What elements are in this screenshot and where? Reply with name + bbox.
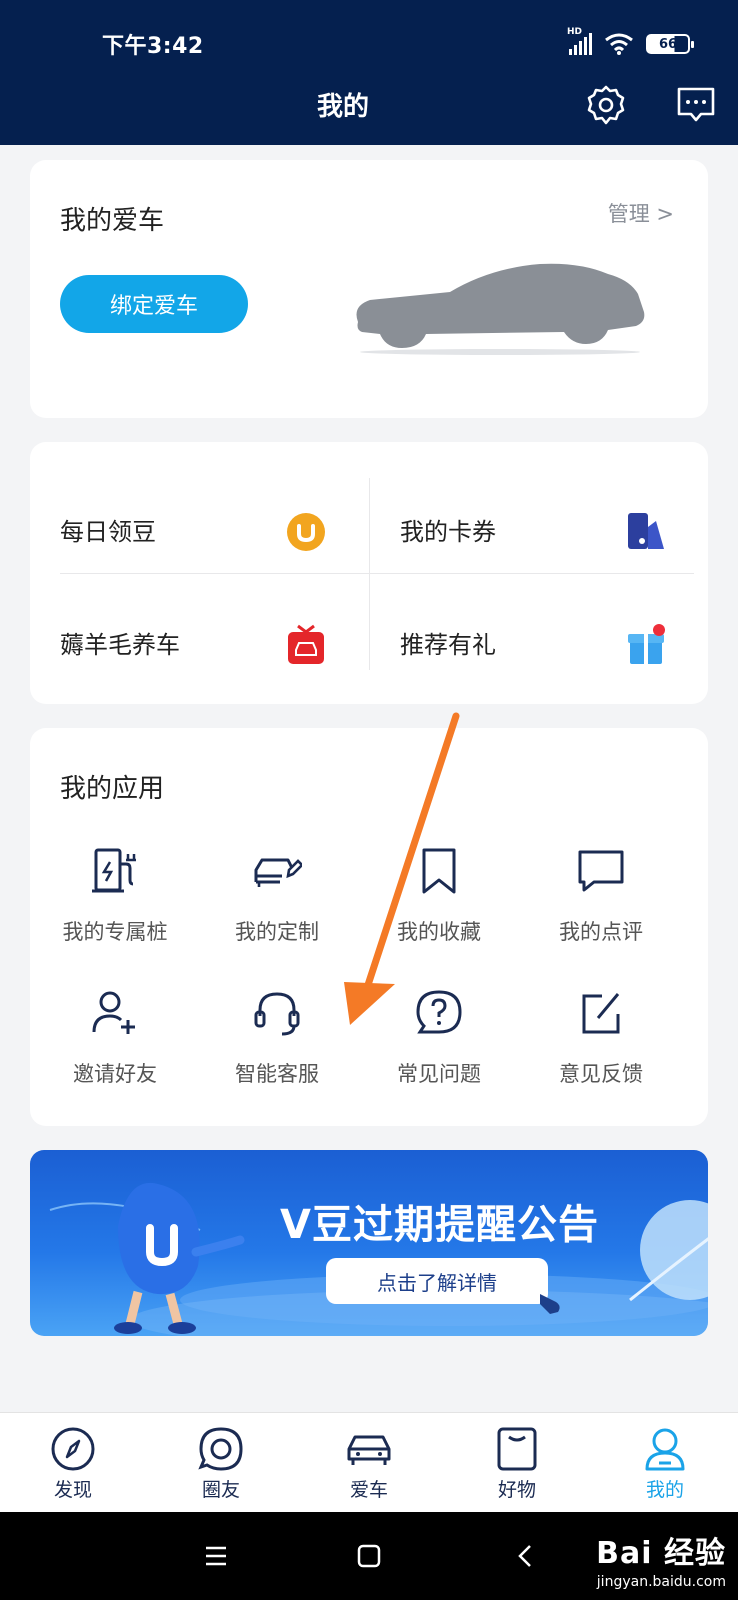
app-label: 意见反馈	[559, 1062, 643, 1086]
my-car-card: 我的爱车 管理 > 绑定爱车	[30, 160, 708, 418]
bottom-tab-bar: 发现 圈友 爱车 好物 我的	[0, 1412, 738, 1512]
status-icons: HD 66	[567, 27, 694, 58]
benefits-card: 每日领豆 我的卡券 薅羊毛养车 推荐有礼	[30, 442, 708, 704]
app-favorites[interactable]: 我的收藏	[358, 846, 520, 956]
bind-car-button[interactable]: 绑定爱车	[60, 275, 248, 333]
tab-label: 爱车	[349, 1479, 388, 1501]
grid-item-daily-beans[interactable]: 每日领豆	[60, 484, 326, 574]
car-silhouette-icon	[356, 263, 645, 355]
promo-banner[interactable]: V豆过期提醒公告 点击了解详情	[30, 1150, 708, 1336]
question-icon	[416, 990, 462, 1034]
wifi-icon	[605, 33, 633, 55]
system-nav-bar: Bai 经验 jingyan.baidu.com	[0, 1512, 738, 1600]
app-label: 邀请好友	[73, 1062, 157, 1086]
signal-hd-label: HD	[567, 27, 583, 37]
tab-label: 圈友	[201, 1479, 240, 1501]
header: 下午3:42 HD 66 我的	[0, 0, 738, 145]
my-apps-card: 我的应用 我的专属桩 我的定制 我的收藏 我的点评 邀请好友 智能客服 常见问题…	[30, 728, 708, 1126]
menu-icon	[206, 1546, 226, 1566]
battery-icon: 66	[646, 34, 694, 54]
battery-level: 66	[658, 36, 678, 52]
charging-pile-icon	[92, 848, 136, 893]
settings-button[interactable]	[583, 82, 629, 128]
app-charging-pile[interactable]: 我的专属桩	[34, 846, 196, 956]
tab-my-car[interactable]: 爱车	[324, 1425, 414, 1502]
tab-discover[interactable]: 发现	[28, 1425, 118, 1502]
tab-goods[interactable]: 好物	[472, 1425, 562, 1502]
grid-item-save-car[interactable]: 薅羊毛养车	[60, 597, 326, 687]
feedback-edit-icon	[582, 993, 620, 1034]
coupon-icon	[628, 513, 664, 549]
app-feedback[interactable]: 意见反馈	[520, 988, 682, 1098]
app-label: 我的定制	[235, 920, 319, 944]
red-gift-car-icon	[288, 624, 324, 664]
app-reviews[interactable]: 我的点评	[520, 846, 682, 956]
compass-icon	[51, 1427, 95, 1471]
tab-label: 发现	[53, 1479, 92, 1501]
tab-label: 好物	[497, 1479, 536, 1501]
headset-icon	[254, 992, 300, 1036]
pointer-hand-icon	[530, 1279, 560, 1314]
chat-circle-icon	[198, 1427, 243, 1471]
app-label: 我的专属桩	[62, 920, 168, 944]
grid-item-label: 推荐有礼	[400, 630, 496, 659]
grid-item-coupons[interactable]: 我的卡券	[400, 484, 666, 574]
app-label: 我的收藏	[397, 920, 481, 944]
grid-item-referral[interactable]: 推荐有礼	[400, 597, 666, 687]
gift-box-icon	[628, 624, 665, 664]
app-label: 常见问题	[397, 1062, 481, 1086]
comment-icon	[578, 850, 624, 892]
user-plus-icon	[92, 991, 135, 1034]
banner-title: V豆过期提醒公告	[280, 1202, 599, 1248]
grid-divider-vertical	[369, 478, 370, 670]
app-label: 我的点评	[559, 920, 643, 944]
app-smart-service[interactable]: 智能客服	[196, 988, 358, 1098]
messages-button[interactable]	[673, 82, 719, 128]
manage-link[interactable]: 管理 >	[608, 198, 674, 228]
nav-back-button[interactable]	[503, 1534, 547, 1578]
mascot-icon	[114, 1182, 245, 1334]
watermark-logo: Bai 经验	[596, 1536, 726, 1571]
chevron-left-icon	[518, 1545, 531, 1567]
app-faq[interactable]: 常见问题	[358, 988, 520, 1098]
my-apps-title: 我的应用	[60, 774, 165, 804]
status-time: 下午3:42	[102, 34, 204, 59]
square-icon	[357, 1544, 381, 1568]
banner-details-button[interactable]: 点击了解详情	[326, 1258, 548, 1304]
watermark-url: jingyan.baidu.com	[596, 1574, 726, 1590]
car-icon	[347, 1435, 391, 1465]
bookmark-icon	[422, 848, 456, 894]
app-customize[interactable]: 我的定制	[196, 846, 358, 956]
gear-icon	[587, 85, 625, 125]
baidu-watermark: Bai 经验 jingyan.baidu.com	[596, 1528, 726, 1590]
signal-icon: HD	[567, 27, 592, 55]
app-invite-friends[interactable]: 邀请好友	[34, 988, 196, 1098]
grid-item-label: 每日领豆	[60, 517, 156, 546]
bag-icon	[497, 1427, 537, 1471]
person-icon	[645, 1428, 685, 1471]
message-icon	[677, 87, 715, 122]
tab-circle-friends[interactable]: 圈友	[176, 1425, 266, 1502]
my-car-title: 我的爱车	[60, 206, 165, 236]
app-label: 智能客服	[235, 1062, 319, 1086]
tab-mine[interactable]: 我的	[620, 1425, 710, 1502]
tab-label: 我的	[645, 1479, 684, 1501]
nav-home-button[interactable]	[347, 1534, 391, 1578]
grid-item-label: 我的卡券	[400, 517, 496, 546]
grid-item-label: 薅羊毛养车	[60, 630, 180, 659]
car-edit-icon	[254, 858, 302, 887]
nav-menu-button[interactable]	[194, 1534, 238, 1578]
v-coin-icon	[287, 513, 325, 551]
